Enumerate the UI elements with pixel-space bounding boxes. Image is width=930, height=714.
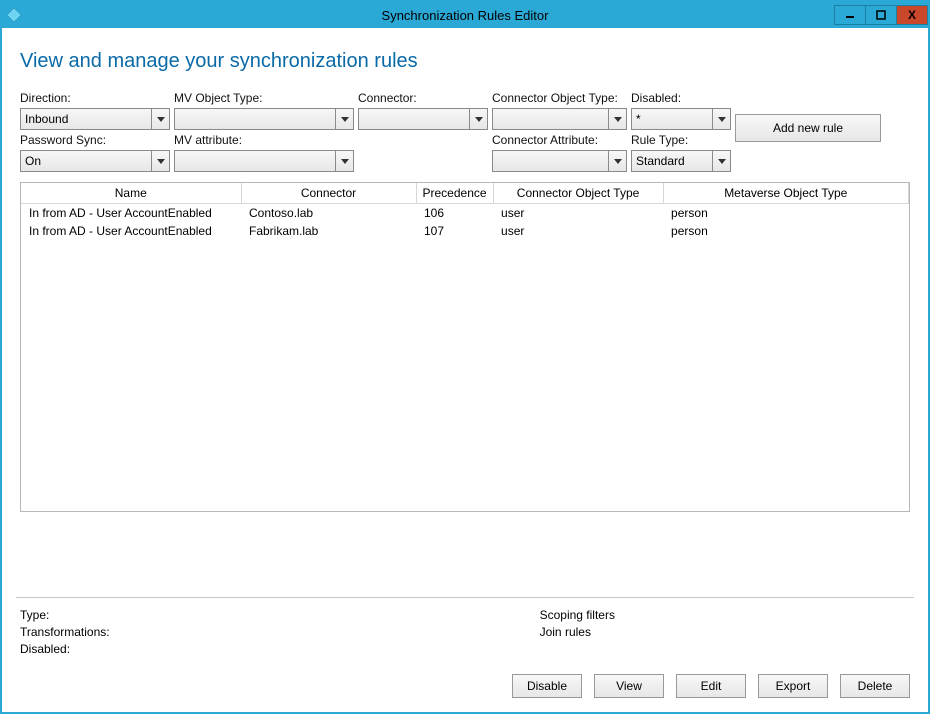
add-new-rule-button[interactable]: Add new rule bbox=[735, 114, 881, 142]
chevron-down-icon bbox=[712, 109, 730, 129]
mv-object-type-label: MV Object Type: bbox=[174, 91, 354, 105]
chevron-down-icon bbox=[151, 109, 169, 129]
table-header-row: Name Connector Precedence Connector Obje… bbox=[21, 183, 909, 203]
window-title: Synchronization Rules Editor bbox=[2, 8, 928, 23]
content-area: View and manage your synchronization rul… bbox=[2, 28, 928, 712]
connector-object-type-label: Connector Object Type: bbox=[492, 91, 627, 105]
action-bar: Disable View Edit Export Delete bbox=[20, 674, 910, 698]
mv-object-type-dropdown[interactable] bbox=[174, 108, 354, 130]
titlebar[interactable]: Synchronization Rules Editor X bbox=[2, 2, 928, 28]
detail-scoping: Scoping filters bbox=[540, 608, 615, 622]
direction-dropdown[interactable]: Inbound bbox=[20, 108, 170, 130]
col-connector[interactable]: Connector bbox=[241, 183, 416, 203]
disable-button[interactable]: Disable bbox=[512, 674, 582, 698]
close-button[interactable]: X bbox=[896, 5, 928, 25]
table-row[interactable]: In from AD - User AccountEnabledFabrikam… bbox=[21, 222, 909, 240]
mv-attribute-label: MV attribute: bbox=[174, 133, 354, 147]
cell-mvt: person bbox=[663, 222, 908, 240]
connector-attribute-label: Connector Attribute: bbox=[492, 133, 627, 147]
col-metaverse-object-type[interactable]: Metaverse Object Type bbox=[663, 183, 908, 203]
rules-table[interactable]: Name Connector Precedence Connector Obje… bbox=[20, 182, 910, 512]
cell-connector: Fabrikam.lab bbox=[241, 222, 416, 240]
disabled-value: * bbox=[636, 112, 641, 126]
maximize-button[interactable] bbox=[865, 5, 897, 25]
rule-type-label: Rule Type: bbox=[631, 133, 731, 147]
cell-cot: user bbox=[493, 203, 663, 222]
rule-type-value: Standard bbox=[636, 154, 685, 168]
view-button[interactable]: View bbox=[594, 674, 664, 698]
window-frame: Synchronization Rules Editor X View and … bbox=[0, 0, 930, 714]
cell-name: In from AD - User AccountEnabled bbox=[21, 203, 241, 222]
delete-button[interactable]: Delete bbox=[840, 674, 910, 698]
cell-connector: Contoso.lab bbox=[241, 203, 416, 222]
password-sync-value: On bbox=[25, 154, 41, 168]
password-sync-label: Password Sync: bbox=[20, 133, 170, 147]
connector-object-type-dropdown[interactable] bbox=[492, 108, 627, 130]
chevron-down-icon bbox=[712, 151, 730, 171]
chevron-down-icon bbox=[469, 109, 487, 129]
disabled-dropdown[interactable]: * bbox=[631, 108, 731, 130]
filter-panel: Direction: MV Object Type: Connector: Co… bbox=[20, 91, 910, 172]
edit-button[interactable]: Edit bbox=[676, 674, 746, 698]
chevron-down-icon bbox=[335, 109, 353, 129]
password-sync-dropdown[interactable]: On bbox=[20, 150, 170, 172]
chevron-down-icon bbox=[335, 151, 353, 171]
col-precedence[interactable]: Precedence bbox=[416, 183, 493, 203]
connector-label: Connector: bbox=[358, 91, 488, 105]
chevron-down-icon bbox=[151, 151, 169, 171]
chevron-down-icon bbox=[608, 151, 626, 171]
page-title: View and manage your synchronization rul… bbox=[20, 50, 910, 73]
cell-name: In from AD - User AccountEnabled bbox=[21, 222, 241, 240]
window-buttons: X bbox=[835, 5, 928, 25]
detail-join: Join rules bbox=[540, 625, 615, 639]
cell-mvt: person bbox=[663, 203, 908, 222]
detail-type: Type: bbox=[20, 608, 110, 622]
cell-cot: user bbox=[493, 222, 663, 240]
detail-transformations: Transformations: bbox=[20, 625, 110, 639]
col-connector-object-type[interactable]: Connector Object Type bbox=[493, 183, 663, 203]
cell-precedence: 107 bbox=[416, 222, 493, 240]
rule-type-dropdown[interactable]: Standard bbox=[631, 150, 731, 172]
export-button[interactable]: Export bbox=[758, 674, 828, 698]
mv-attribute-dropdown[interactable] bbox=[174, 150, 354, 172]
direction-label: Direction: bbox=[20, 91, 170, 105]
chevron-down-icon bbox=[608, 109, 626, 129]
disabled-label: Disabled: bbox=[631, 91, 731, 105]
connector-dropdown[interactable] bbox=[358, 108, 488, 130]
col-name[interactable]: Name bbox=[21, 183, 241, 203]
connector-attribute-dropdown[interactable] bbox=[492, 150, 627, 172]
minimize-button[interactable] bbox=[834, 5, 866, 25]
table-row[interactable]: In from AD - User AccountEnabledContoso.… bbox=[21, 203, 909, 222]
direction-value: Inbound bbox=[25, 112, 68, 126]
cell-precedence: 106 bbox=[416, 203, 493, 222]
app-icon bbox=[2, 3, 26, 27]
divider bbox=[16, 597, 914, 598]
detail-disabled: Disabled: bbox=[20, 642, 110, 656]
detail-panel: Type: Transformations: Disabled: Scoping… bbox=[20, 608, 910, 656]
